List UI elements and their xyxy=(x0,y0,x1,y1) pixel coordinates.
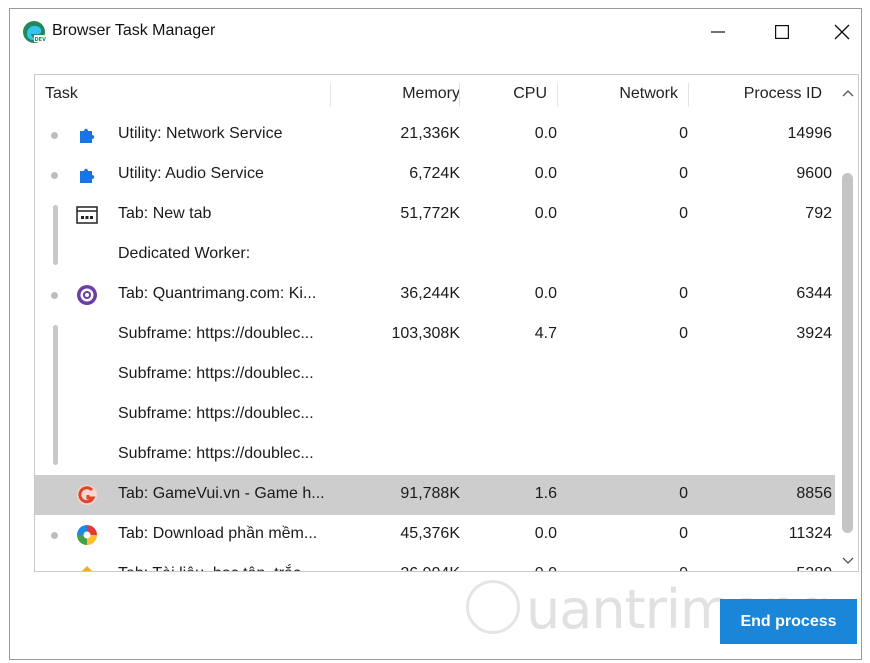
column-divider[interactable] xyxy=(557,83,558,107)
process-id-cell: 792 xyxy=(805,205,832,222)
process-id-cell: 11324 xyxy=(788,525,832,542)
table-row[interactable]: Tab: Quantrimang.com: Ki... 36,244K 0.0 0 63… xyxy=(35,275,835,315)
cpu-cell: 0.0 xyxy=(534,525,557,542)
memory-cell: 91,788K xyxy=(400,485,460,502)
table-row[interactable]: Subframe: https://doublec... xyxy=(35,435,835,475)
column-header-network[interactable]: Network xyxy=(595,85,678,103)
cpu-cell: 0.0 xyxy=(534,285,557,302)
network-cell: 0 xyxy=(679,125,688,142)
table-row[interactable]: Subframe: https://doublec... xyxy=(35,355,835,395)
table-row[interactable]: Tab: New tab 51,772K 0.0 0 792 xyxy=(35,195,835,235)
table-row[interactable]: Subframe: https://doublec... 103,308K 4.7 0… xyxy=(35,315,835,355)
memory-cell: 6,724K xyxy=(409,165,460,182)
network-cell: 0 xyxy=(679,285,688,302)
cpu-cell: 0.0 xyxy=(534,165,557,182)
column-header-memory[interactable]: Memory xyxy=(365,85,460,103)
column-divider[interactable] xyxy=(459,83,460,107)
cpu-cell: 4.7 xyxy=(534,325,557,342)
task-name: Subframe: https://doublec... xyxy=(118,365,314,382)
process-id-cell: 9600 xyxy=(796,165,832,182)
task-name: Dedicated Worker: xyxy=(118,245,251,262)
task-name: Subframe: https://doublec... xyxy=(118,445,314,462)
close-button[interactable] xyxy=(824,15,860,49)
scrollbar-thumb[interactable] xyxy=(842,173,853,533)
task-name: Tab: GameVui.vn - Game h... xyxy=(118,485,325,502)
quantrimang-icon xyxy=(76,284,98,306)
table-row[interactable]: Tab: GameVui.vn - Game h... 91,788K 1.6 0 88… xyxy=(35,475,835,515)
task-name: Tab: Tài liệu, học tập, trắc... xyxy=(118,565,314,571)
window-title: Browser Task Manager xyxy=(52,22,216,39)
table-row[interactable]: Utility: Network Service 21,336K 0.0 0 14996 xyxy=(35,115,835,155)
task-table: Task Memory CPU Network Process ID Utili… xyxy=(34,74,859,572)
process-id-cell: 6344 xyxy=(796,285,832,302)
close-icon xyxy=(834,24,850,40)
minimize-icon xyxy=(711,31,725,33)
task-name: Tab: New tab xyxy=(118,205,212,222)
maximize-button[interactable] xyxy=(760,15,804,49)
column-divider[interactable] xyxy=(330,83,331,107)
cpu-cell: 0.0 xyxy=(505,565,557,571)
scroll-down-arrow-icon[interactable] xyxy=(841,553,855,567)
memory-cell: 45,376K xyxy=(400,525,460,542)
row-bullet xyxy=(51,132,58,139)
column-divider[interactable] xyxy=(688,83,689,107)
cpu-cell: 1.6 xyxy=(534,485,557,502)
process-id-cell: 5280 xyxy=(755,565,832,571)
watermark-logo-icon xyxy=(466,580,520,634)
column-header-process-id[interactable]: Process ID xyxy=(725,85,822,103)
column-header-cpu[interactable]: CPU xyxy=(490,85,547,103)
download-site-icon xyxy=(76,524,98,546)
minimize-button[interactable] xyxy=(696,15,740,49)
row-bullet xyxy=(51,292,58,299)
network-cell: 0 xyxy=(679,205,688,222)
network-cell: 0 xyxy=(679,525,688,542)
memory-cell: 21,336K xyxy=(400,125,460,142)
colorful-site-icon xyxy=(76,564,98,571)
puzzle-icon xyxy=(76,164,98,186)
memory-cell: 36,244K xyxy=(400,285,460,302)
task-name: Tab: Download phần mềm... xyxy=(118,525,318,542)
network-cell: 0 xyxy=(635,565,688,571)
process-id-cell: 3924 xyxy=(796,325,832,342)
task-name: Subframe: https://doublec... xyxy=(118,405,314,422)
row-bullet xyxy=(51,172,58,179)
network-cell: 0 xyxy=(679,485,688,502)
vertical-scrollbar[interactable] xyxy=(837,75,858,571)
memory-cell: 51,772K xyxy=(400,205,460,222)
new-tab-icon xyxy=(76,204,98,226)
svg-text:DEV: DEV xyxy=(35,37,47,43)
end-process-button[interactable]: End process xyxy=(720,599,857,644)
task-name: Subframe: https://doublec... xyxy=(118,325,314,342)
network-cell: 0 xyxy=(679,165,688,182)
task-name: Utility: Audio Service xyxy=(118,165,264,182)
puzzle-icon xyxy=(76,124,98,146)
table-row[interactable]: Utility: Audio Service 6,724K 0.0 0 9600 xyxy=(35,155,835,195)
maximize-icon xyxy=(775,25,789,39)
table-row[interactable]: Dedicated Worker: xyxy=(35,235,835,275)
edge-dev-icon: DEV xyxy=(23,21,47,43)
process-id-cell: 8856 xyxy=(796,485,832,502)
scroll-up-arrow-icon[interactable] xyxy=(841,87,855,101)
cpu-cell: 0.0 xyxy=(534,125,557,142)
task-name: Utility: Network Service xyxy=(118,125,283,142)
title-bar[interactable]: DEV Browser Task Manager xyxy=(10,9,861,55)
network-cell: 0 xyxy=(679,325,688,342)
gamevui-icon xyxy=(76,484,98,506)
process-id-cell: 14996 xyxy=(787,125,833,142)
table-row[interactable]: Tab: Tài liệu, học tập, trắc... 26,904K 0.… xyxy=(35,555,835,571)
memory-cell: 26,904K xyxy=(365,565,460,571)
table-row[interactable]: Subframe: https://doublec... xyxy=(35,395,835,435)
cpu-cell: 0.0 xyxy=(534,205,557,222)
column-header-task[interactable]: Task xyxy=(45,85,78,103)
table-header: Task Memory CPU Network Process ID xyxy=(35,75,858,113)
task-manager-window: DEV Browser Task Manager Task Memory CPU… xyxy=(9,8,862,660)
task-name: Tab: Quantrimang.com: Ki... xyxy=(118,285,317,302)
table-row[interactable]: Tab: Download phần mềm... 45,376K 0.0 0 1132… xyxy=(35,515,835,555)
memory-cell: 103,308K xyxy=(391,325,460,342)
row-bullet xyxy=(51,532,58,539)
